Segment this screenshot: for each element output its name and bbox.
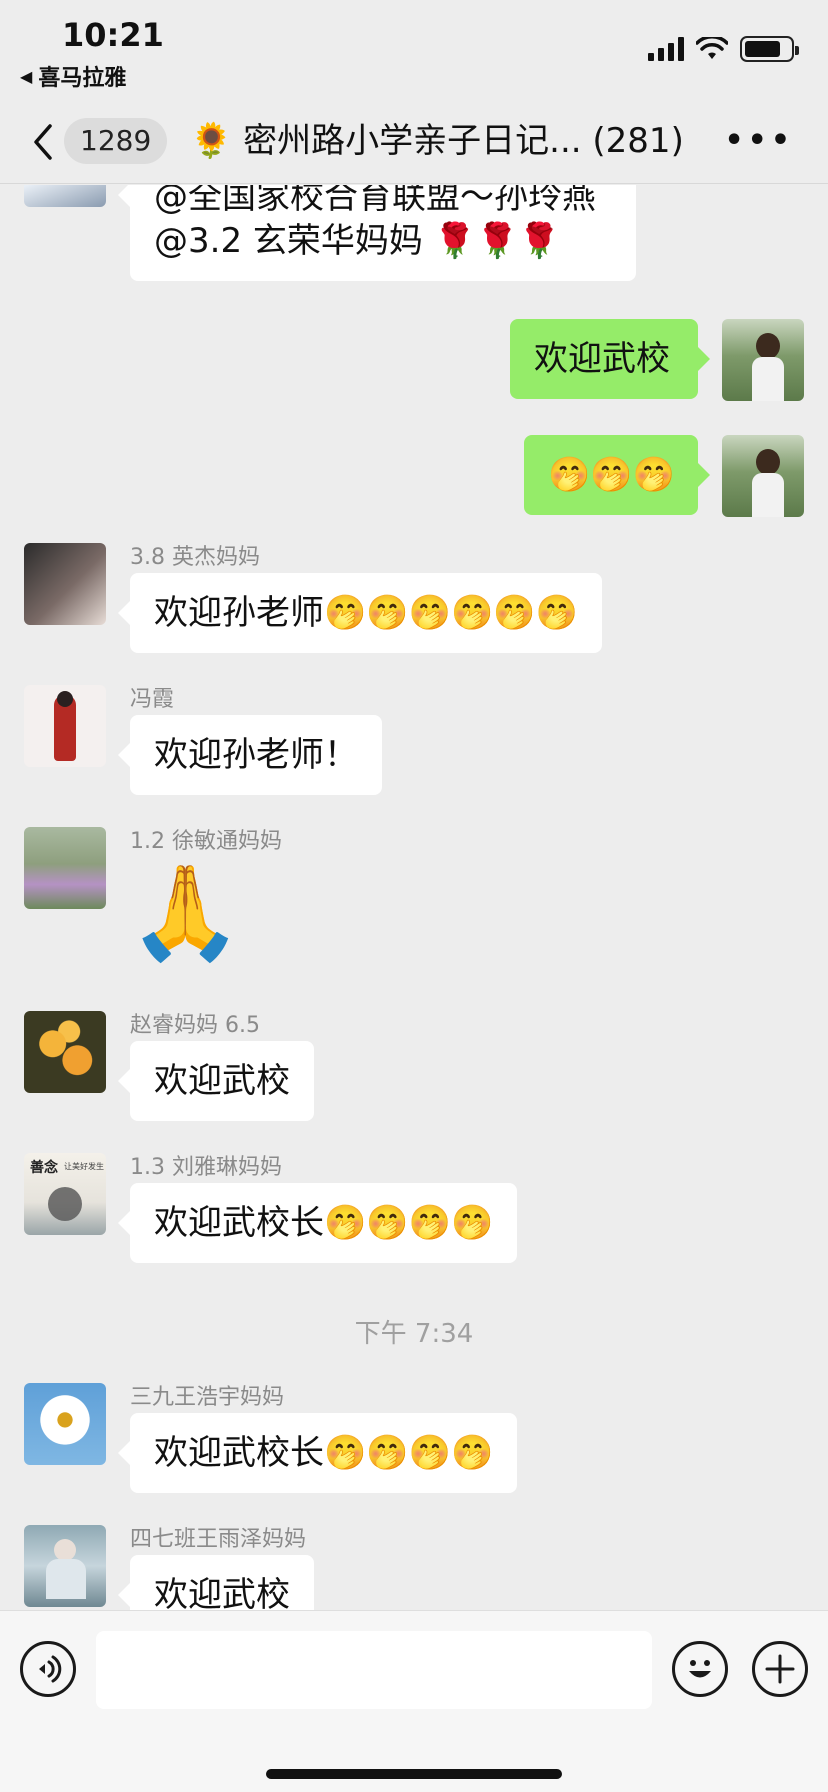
message-bubble[interactable]: 欢迎孙老师！	[118, 715, 382, 795]
sender-name: 三九王浩宇妈妈	[130, 1385, 285, 1410]
avatar-sublabel: 让美好发生	[64, 1162, 104, 1171]
avatar[interactable]	[24, 185, 106, 207]
message-list[interactable]: @全国家校合育联盟～孙玲燕 @3.2 玄荣华妈妈 🌹🌹🌹 欢迎武校 🤭🤭🤭 3.…	[0, 185, 828, 1610]
voice-icon[interactable]	[20, 1641, 76, 1697]
status-time: 10:21	[62, 16, 164, 54]
message-bubble[interactable]: 欢迎武校	[118, 1555, 314, 1610]
unread-count-badge[interactable]: 1289	[64, 118, 168, 164]
message-line: @全国家校合育联盟～孙玲燕	[154, 185, 596, 217]
back-to-app[interactable]: ◀ 喜马拉雅	[20, 60, 126, 92]
avatar-label: 善念	[30, 1160, 58, 1176]
member-count: (281)	[592, 121, 684, 161]
message-bubble[interactable]: 欢迎武校	[118, 1041, 314, 1121]
back-triangle-icon: ◀	[20, 66, 33, 86]
input-bar	[0, 1610, 828, 1792]
plus-icon[interactable]	[752, 1641, 808, 1697]
message-bubble[interactable]: 欢迎武校长🤭🤭🤭🤭	[117, 1413, 518, 1493]
chat-title: 🌻 密州路小学亲子日记... (281)	[190, 118, 690, 164]
message-bubble[interactable]: 🤭🤭🤭	[524, 435, 710, 515]
my-avatar[interactable]	[722, 435, 804, 517]
my-avatar[interactable]	[722, 319, 804, 401]
clapping-hands-sticker[interactable]: 🙏	[128, 863, 243, 963]
avatar[interactable]: 善念 让美好发生	[24, 1153, 106, 1235]
sender-name: 1.3 刘雅琳妈妈	[130, 1155, 282, 1180]
emoji-icon[interactable]	[672, 1641, 728, 1697]
message-input[interactable]	[96, 1631, 652, 1709]
avatar[interactable]	[24, 1011, 106, 1093]
back-app-label: 喜马拉雅	[38, 66, 127, 91]
sender-name: 冯霞	[130, 687, 175, 712]
message-line: @3.2 玄荣华妈妈 🌹🌹🌹	[154, 221, 561, 261]
message-timestamp: 下午 7:34	[354, 1319, 474, 1349]
message-bubble[interactable]: 欢迎孙老师🤭🤭🤭🤭🤭🤭	[117, 573, 603, 653]
avatar[interactable]	[24, 1383, 106, 1465]
status-bar: 10:21 ◀ 喜马拉雅	[0, 0, 828, 100]
avatar[interactable]	[24, 543, 106, 625]
status-indicators	[648, 36, 799, 62]
group-name: 密州路小学亲子日记...	[243, 121, 582, 161]
avatar[interactable]	[24, 827, 106, 909]
more-icon[interactable]: •••	[724, 126, 794, 156]
message-bubble[interactable]: 欢迎武校长🤭🤭🤭🤭	[117, 1183, 518, 1263]
sender-name: 3.8 英杰妈妈	[130, 545, 260, 570]
message-bubble[interactable]: 欢迎武校	[510, 319, 710, 399]
chat-header: 1289 🌻 密州路小学亲子日记... (281) •••	[0, 100, 828, 184]
message-bubble[interactable]: @全国家校合育联盟～孙玲燕 @3.2 玄荣华妈妈 🌹🌹🌹	[118, 185, 636, 281]
battery-icon	[740, 36, 799, 62]
home-indicator[interactable]	[266, 1769, 562, 1779]
sender-name: 四七班王雨泽妈妈	[130, 1527, 307, 1552]
sender-name: 1.2 徐敏通妈妈	[130, 829, 282, 854]
sunflower-icon: 🌻	[190, 121, 233, 161]
signal-icon	[648, 37, 684, 61]
avatar[interactable]	[24, 1525, 106, 1607]
avatar[interactable]	[24, 685, 106, 767]
chevron-left-icon[interactable]	[28, 120, 58, 164]
wifi-icon	[696, 37, 728, 59]
sender-name: 赵睿妈妈 6.5	[130, 1013, 260, 1038]
